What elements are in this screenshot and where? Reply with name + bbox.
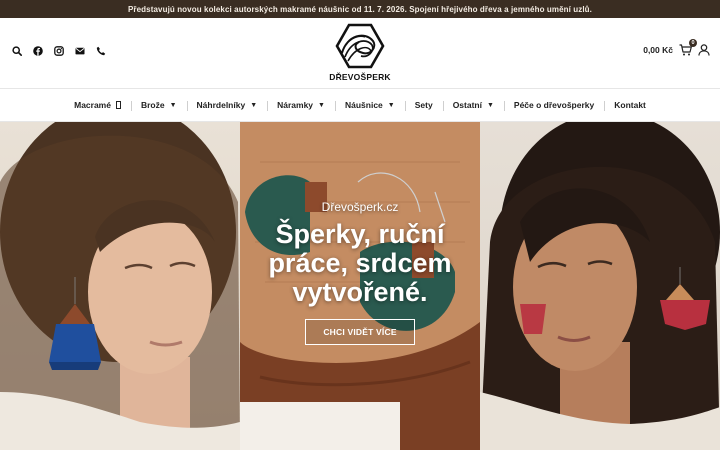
nav-item-broze[interactable]: Brože ▼ xyxy=(130,100,187,111)
cart-count-badge: 0 xyxy=(689,39,697,47)
phone-icon[interactable] xyxy=(96,46,106,56)
announcement-text: Představujú novou kolekci autorských mak… xyxy=(127,4,592,14)
hero-photo-woman-blue-earring xyxy=(0,122,240,450)
nav-item-label: Ostatní xyxy=(452,100,482,110)
caret-down-icon: ▼ xyxy=(387,101,395,109)
nav-item-pece[interactable]: Péče o dřevošperky xyxy=(503,100,604,111)
facebook-icon[interactable] xyxy=(33,46,43,56)
nav-item-label: Brože xyxy=(140,100,165,110)
missing-glyph-icon xyxy=(115,101,121,109)
user-account-icon[interactable] xyxy=(698,44,710,56)
search-icon[interactable] xyxy=(12,46,22,56)
nav-item-label: Péče o dřevošperky xyxy=(513,100,595,110)
instagram-icon[interactable] xyxy=(54,46,64,56)
nav-item-ostatni[interactable]: Ostatní ▼ xyxy=(442,100,504,111)
caret-down-icon: ▼ xyxy=(318,101,325,109)
nav-item-label: Náušnice xyxy=(344,100,383,110)
caret-down-icon: ▼ xyxy=(169,101,177,109)
cart-total[interactable]: 0,00 Kč xyxy=(643,45,673,55)
caret-down-icon: ▼ xyxy=(250,101,258,109)
header-icons xyxy=(12,46,106,56)
hero-cta-button[interactable]: CHCI VIDĚT VÍCE xyxy=(305,319,415,345)
cart-area: 0,00 Kč 0 xyxy=(643,39,710,56)
nav-item-naramky[interactable]: Náramky ▼ xyxy=(267,100,335,111)
email-icon[interactable] xyxy=(75,46,85,56)
logo-text: DŘEVOŠPERK xyxy=(329,72,391,82)
nav-item-nausnice[interactable]: Náušnice ▼ xyxy=(334,100,405,111)
announcement-bar: Představujú novou kolekci autorských mak… xyxy=(0,0,720,18)
nav-item-label: Sety xyxy=(414,100,433,110)
nav-item-label: Macramé xyxy=(74,100,111,110)
cart-button[interactable]: 0 xyxy=(679,39,697,56)
site-logo[interactable]: DŘEVOŠPERK xyxy=(329,23,391,83)
site-header: DŘEVOŠPERK 0,00 Kč 0 xyxy=(0,18,720,88)
wood-rings-logo-icon xyxy=(335,23,385,69)
nav-item-macrame[interactable]: Macramé xyxy=(64,100,131,110)
nav-item-label: Kontakt xyxy=(614,100,646,110)
nav-item-label: Náramky xyxy=(277,100,314,110)
nav-item-kontakt[interactable]: Kontakt xyxy=(604,100,656,111)
hero-photo-earrings-on-wood xyxy=(240,122,480,450)
main-navigation: Macramé Brože ▼ Náhrdelníky ▼ Náramky ▼ … xyxy=(0,88,720,122)
caret-down-icon: ▼ xyxy=(486,101,494,109)
nav-item-nahrdelniky[interactable]: Náhrdelníky ▼ xyxy=(186,100,268,111)
nav-item-sety[interactable]: Sety xyxy=(404,100,443,111)
hero-banner: Dřevošperk.cz Šperky, ruční práce, srdce… xyxy=(0,122,720,450)
hero-photo-woman-red-earring xyxy=(480,122,720,450)
nav-item-label: Náhrdelníky xyxy=(196,100,246,110)
